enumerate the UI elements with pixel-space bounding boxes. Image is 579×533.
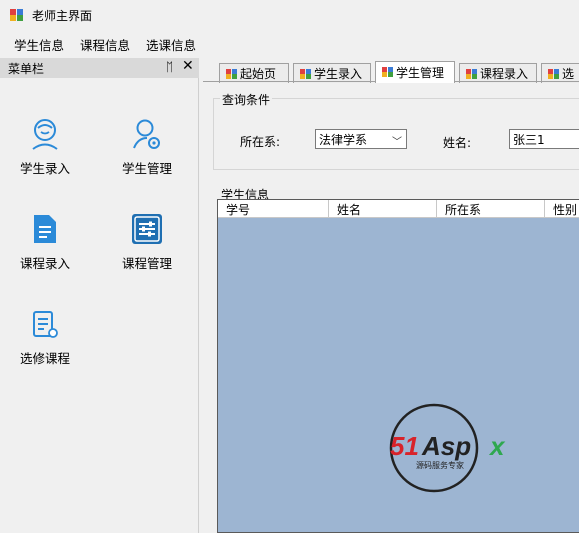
chevron-down-icon[interactable]: ﹀: [392, 133, 402, 148]
menu-bar: 学生信息 课程信息 选课信息: [0, 33, 579, 55]
tab-icon: [300, 69, 312, 79]
tab-label: 选: [562, 67, 575, 81]
close-icon[interactable]: ✕: [182, 58, 194, 74]
sidebar-panel: 菜单栏 ᛖ ✕ 学生录入 学生管理 课程录入 课程管理 选修课程: [0, 58, 199, 533]
student-manage-icon: [133, 119, 160, 149]
menu-student-info[interactable]: 学生信息: [8, 35, 70, 54]
sidebar-item-label: 学生录入: [19, 161, 70, 176]
sidebar-item-course-manage[interactable]: 课程管理: [102, 213, 192, 283]
grid-header: 学号 姓名 所在系 性别: [218, 200, 579, 218]
sidebar-item-course-entry[interactable]: 课程录入: [0, 213, 90, 283]
brand-dark: Asp: [421, 431, 471, 461]
main-content: 起始页 学生录入 学生管理 课程录入 选 查询条件 所在系: 法律学系 ﹀ 姓名…: [203, 58, 579, 533]
dept-select[interactable]: 法律学系 ﹀: [315, 129, 407, 149]
menu-course-info[interactable]: 课程信息: [74, 35, 136, 54]
tab-label: 学生录入: [314, 67, 363, 81]
window-title: 老师主界面: [32, 8, 93, 23]
menu-selection-info[interactable]: 选课信息: [140, 35, 202, 54]
tab-elective[interactable]: 选: [541, 63, 579, 83]
pin-icon[interactable]: ᛖ: [166, 60, 173, 74]
student-grid[interactable]: 学号 姓名 所在系 性别 51 Asp x 源码服务专家: [217, 199, 579, 533]
tab-student-entry[interactable]: 学生录入: [293, 63, 371, 83]
elective-course-icon: [33, 311, 58, 338]
tab-icon: [466, 69, 478, 79]
dept-label: 所在系:: [240, 135, 281, 149]
brand-red: 51: [390, 431, 419, 461]
sidebar-item-elective-course[interactable]: 选修课程: [0, 310, 90, 380]
column-header-name[interactable]: 姓名: [329, 200, 437, 218]
tab-label: 学生管理: [396, 66, 445, 80]
column-header-id[interactable]: 学号: [218, 200, 329, 218]
sidebar-title: 菜单栏: [8, 61, 45, 76]
title-bar: 老师主界面: [0, 0, 579, 30]
tab-start-page[interactable]: 起始页: [219, 63, 289, 83]
column-header-gender[interactable]: 性别: [545, 200, 579, 218]
tab-icon: [226, 69, 238, 79]
name-label: 姓名:: [443, 136, 472, 150]
tab-student-manage[interactable]: 学生管理: [375, 61, 455, 83]
tab-icon: [382, 67, 394, 77]
sidebar-item-student-manage[interactable]: 学生管理: [102, 118, 192, 188]
column-header-dept[interactable]: 所在系: [437, 200, 545, 218]
brand-tagline: 源码服务专家: [416, 460, 464, 470]
tab-strip: 起始页 学生录入 学生管理 课程录入 选: [203, 60, 579, 83]
app-icon: [10, 9, 24, 21]
tab-icon: [548, 69, 560, 79]
name-input[interactable]: 张三1: [509, 129, 579, 149]
brand-watermark: 51 Asp x 源码服务专家: [388, 402, 508, 498]
brand-green: x: [488, 431, 506, 461]
dept-select-value: 法律学系: [319, 132, 368, 147]
course-entry-icon: [34, 215, 56, 243]
watermark-logo: 51 Asp x 源码服务专家: [389, 403, 506, 493]
sidebar-item-label: 课程录入: [19, 256, 70, 271]
name-input-value: 张三1: [513, 132, 545, 147]
course-manage-icon: [132, 214, 162, 244]
tab-label: 起始页: [240, 67, 277, 81]
query-group-title: 查询条件: [220, 91, 273, 108]
sidebar-item-label: 选修课程: [19, 351, 70, 366]
sidebar-item-label: 学生管理: [121, 161, 172, 176]
tab-course-entry[interactable]: 课程录入: [459, 63, 537, 83]
student-entry-icon: [32, 119, 58, 150]
sidebar-item-student-entry[interactable]: 学生录入: [0, 118, 90, 188]
tab-label: 课程录入: [480, 67, 529, 81]
sidebar-item-label: 课程管理: [121, 256, 172, 271]
